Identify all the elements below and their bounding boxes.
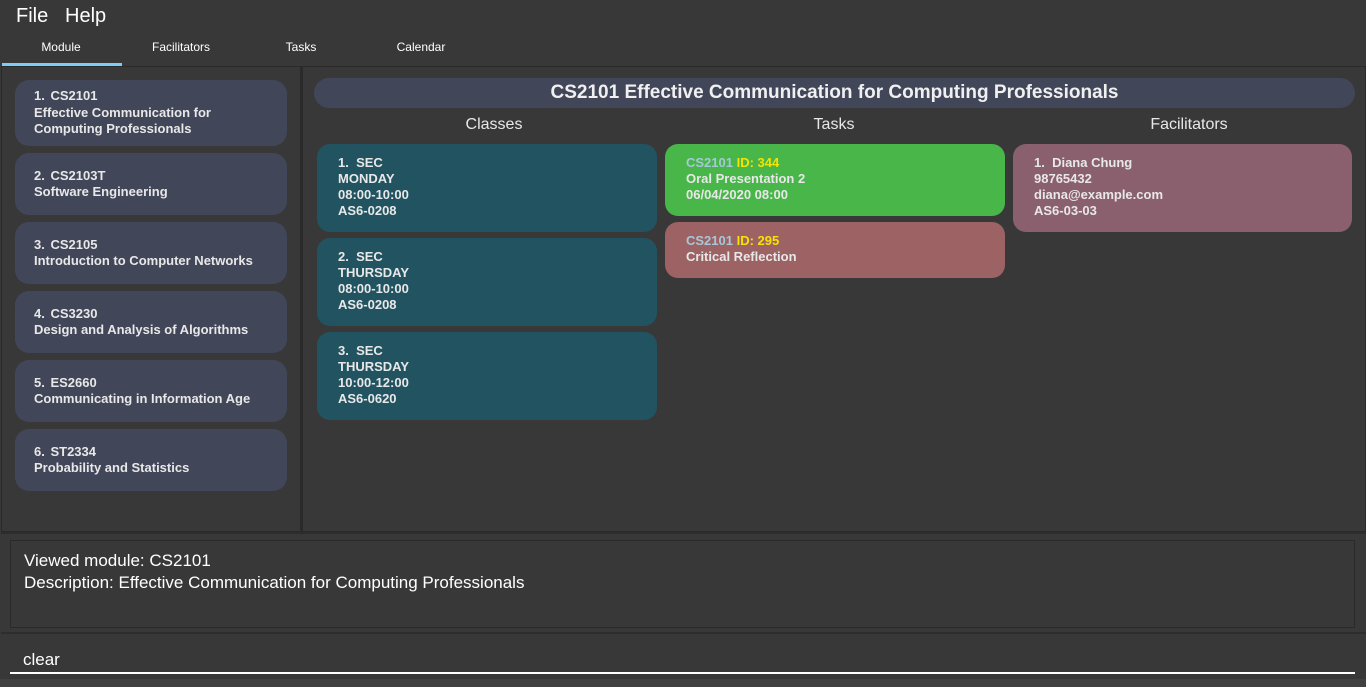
class-day: THURSDAY bbox=[338, 265, 410, 280]
task-header: CS2101 ID: 344 bbox=[686, 155, 984, 171]
class-card[interactable]: 3. SEC THURSDAY 10:00-12:00 AS6-0620 bbox=[317, 332, 657, 420]
menu-bar: File Help bbox=[0, 0, 1366, 32]
task-header: CS2101 ID: 295 bbox=[686, 233, 984, 249]
tab-facilitators[interactable]: Facilitators bbox=[121, 32, 241, 66]
class-day: THURSDAY bbox=[338, 359, 410, 374]
class-type: SEC bbox=[356, 155, 383, 170]
tab-calendar[interactable]: Calendar bbox=[361, 32, 481, 66]
facilitator-email: diana@example.com bbox=[1034, 187, 1164, 202]
module-index: 6. bbox=[34, 443, 45, 459]
class-index: 3. bbox=[338, 343, 349, 358]
module-description: Effective Communication for Computing Pr… bbox=[34, 104, 211, 137]
module-index: 4. bbox=[34, 305, 45, 321]
result-panel: Viewed module: CS2101 Description: Effec… bbox=[1, 532, 1366, 632]
class-day: MONDAY bbox=[338, 171, 395, 186]
command-input[interactable] bbox=[10, 642, 1355, 674]
module-detail-panel: CS2101 Effective Communication for Compu… bbox=[301, 66, 1366, 532]
tab-module[interactable]: Module bbox=[1, 32, 122, 66]
class-index: 2. bbox=[338, 249, 349, 264]
task-name: Critical Reflection bbox=[686, 249, 797, 264]
module-index-code: 1. CS2101 bbox=[34, 88, 268, 105]
tab-bar: Module Facilitators Tasks Calendar bbox=[0, 32, 1366, 66]
class-card[interactable]: 1. SEC MONDAY 08:00-10:00 AS6-0208 bbox=[317, 144, 657, 232]
module-list-item[interactable]: 1. CS2101 Effective Communication for Co… bbox=[15, 80, 287, 146]
facilitator-name: Diana Chung bbox=[1052, 155, 1133, 170]
module-index-code: 4. CS3230 bbox=[34, 306, 268, 323]
class-time: 08:00-10:00 bbox=[338, 281, 409, 296]
module-list-item[interactable]: 6. ST2334 Probability and Statistics bbox=[15, 429, 287, 491]
class-venue: AS6-0208 bbox=[338, 203, 397, 218]
task-card[interactable]: CS2101 ID: 344 Oral Presentation 2 06/04… bbox=[665, 144, 1005, 216]
module-code: CS2105 bbox=[50, 236, 98, 252]
class-venue: AS6-0620 bbox=[338, 391, 397, 406]
task-card[interactable]: CS2101 ID: 295 Critical Reflection bbox=[665, 222, 1005, 278]
task-module-code: CS2101 bbox=[686, 155, 733, 170]
module-description: Communicating in Information Age bbox=[34, 391, 251, 406]
class-index: 1. bbox=[338, 155, 349, 170]
module-index-code: 6. ST2334 bbox=[34, 444, 268, 461]
facilitator-index: 1. bbox=[1034, 155, 1045, 170]
module-code: CS2103T bbox=[50, 167, 106, 183]
module-description: Design and Analysis of Algorithms bbox=[34, 322, 249, 337]
class-time: 10:00-12:00 bbox=[338, 375, 409, 390]
module-index-code: 5. ES2660 bbox=[34, 375, 268, 392]
task-id: ID: 295 bbox=[736, 233, 780, 248]
class-venue: AS6-0208 bbox=[338, 297, 397, 312]
module-code: CS3230 bbox=[50, 305, 98, 321]
module-code: ES2660 bbox=[50, 374, 97, 390]
menu-file[interactable]: File bbox=[16, 5, 48, 28]
module-index-code: 3. CS2105 bbox=[34, 237, 268, 254]
class-time: 08:00-10:00 bbox=[338, 187, 409, 202]
class-index-type: 1. SEC bbox=[338, 155, 636, 171]
module-title: CS2101 Effective Communication for Compu… bbox=[314, 78, 1355, 108]
module-index-code: 2. CS2103T bbox=[34, 168, 268, 185]
module-description: Probability and Statistics bbox=[34, 460, 190, 475]
class-type: SEC bbox=[356, 343, 383, 358]
class-index-type: 3. SEC bbox=[338, 343, 636, 359]
task-datetime: 06/04/2020 08:00 bbox=[686, 187, 788, 202]
module-list-item[interactable]: 4. CS3230 Design and Analysis of Algorit… bbox=[15, 291, 287, 353]
facilitator-index-name: 1. Diana Chung bbox=[1034, 155, 1331, 171]
facilitators-header: Facilitators bbox=[1150, 116, 1228, 133]
tasks-header: Tasks bbox=[813, 116, 855, 133]
status-strip bbox=[0, 679, 1366, 687]
classes-header: Classes bbox=[465, 116, 523, 133]
module-description: Introduction to Computer Networks bbox=[34, 253, 253, 268]
task-name: Oral Presentation 2 bbox=[686, 171, 806, 186]
facilitator-phone: 98765432 bbox=[1034, 171, 1092, 186]
module-code: CS2101 bbox=[50, 88, 98, 104]
module-list-item[interactable]: 5. ES2660 Communicating in Information A… bbox=[15, 360, 287, 422]
module-code: ST2334 bbox=[50, 443, 97, 459]
result-line-1: Viewed module: CS2101 bbox=[24, 551, 211, 570]
module-index: 2. bbox=[34, 167, 45, 183]
facilitator-office: AS6-03-03 bbox=[1034, 203, 1097, 218]
module-index: 3. bbox=[34, 236, 45, 252]
result-line-2: Description: Effective Communication for… bbox=[24, 573, 525, 592]
result-display[interactable]: Viewed module: CS2101 Description: Effec… bbox=[10, 540, 1355, 628]
class-card[interactable]: 2. SEC THURSDAY 08:00-10:00 AS6-0208 bbox=[317, 238, 657, 326]
class-type: SEC bbox=[356, 249, 383, 264]
facilitator-card[interactable]: 1. Diana Chung 98765432 diana@example.co… bbox=[1013, 144, 1352, 232]
task-id: ID: 344 bbox=[736, 155, 780, 170]
module-list[interactable]: 1. CS2101 Effective Communication for Co… bbox=[1, 66, 301, 532]
tab-tasks[interactable]: Tasks bbox=[241, 32, 361, 66]
menu-help[interactable]: Help bbox=[65, 5, 106, 28]
module-list-item[interactable]: 2. CS2103T Software Engineering bbox=[15, 153, 287, 215]
module-description: Software Engineering bbox=[34, 184, 168, 199]
task-module-code: CS2101 bbox=[686, 233, 733, 248]
class-index-type: 2. SEC bbox=[338, 249, 636, 265]
module-index: 5. bbox=[34, 374, 45, 390]
module-list-item[interactable]: 3. CS2105 Introduction to Computer Netwo… bbox=[15, 222, 287, 284]
module-index: 1. bbox=[34, 88, 45, 104]
